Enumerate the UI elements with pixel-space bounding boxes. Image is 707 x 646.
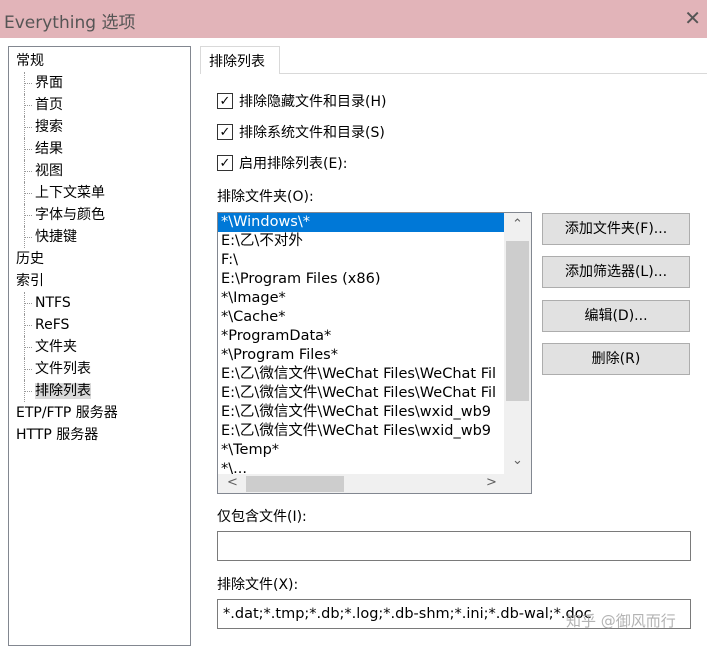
watermark: 知乎 @御风而行 (566, 612, 676, 630)
checkbox[interactable]: ✓ (217, 93, 233, 109)
tree-item[interactable]: 视图 (9, 160, 190, 182)
tree-item[interactable]: ETP/FTP 服务器 (9, 402, 190, 424)
add-folder-button[interactable]: 添加文件夹(F)... (542, 213, 690, 245)
tree-item[interactable]: 首页 (9, 94, 190, 116)
checkbox-item[interactable]: ✓ 排除系统文件和目录(S) (217, 122, 385, 142)
tree-item-label: 结果 (35, 141, 63, 157)
close-icon[interactable]: ✕ (684, 6, 701, 30)
scroll-right-icon[interactable]: > (486, 475, 497, 490)
tree-item-label: 上下文菜单 (35, 185, 105, 201)
folder-list-item[interactable]: E:\乙\微信文件\WeChat Files\WeChat Fil (218, 384, 504, 403)
include-files-label: 仅包含文件(I): (217, 509, 307, 525)
folder-list-item[interactable]: *\Temp* (218, 441, 504, 460)
tree-item-label: 常规 (16, 53, 44, 69)
tree-item-label: 文件列表 (35, 361, 91, 377)
scroll-left-icon[interactable]: < (227, 475, 238, 490)
folder-list-item[interactable]: *\Cache* (218, 308, 504, 327)
tree-item-label: 界面 (35, 75, 63, 91)
tree-item-label: 文件夹 (35, 339, 77, 355)
checkbox[interactable]: ✓ (217, 155, 233, 171)
exclude-folders-label: 排除文件夹(O): (217, 189, 314, 205)
tree-item-label: HTTP 服务器 (16, 427, 99, 443)
tree-item[interactable]: 文件夹 (9, 336, 190, 358)
exclude-folders-list[interactable]: *\Windows\* E:\乙\不对外 F:\ E:\Program Files (… (217, 212, 532, 494)
folder-list-item[interactable]: E:\乙\不对外 (218, 232, 504, 251)
include-files-input[interactable] (217, 531, 691, 561)
folder-list-item[interactable]: *\Program Files* (218, 346, 504, 365)
checkbox-item[interactable]: ✓ 启用排除列表(E): (217, 153, 348, 173)
folder-list-item[interactable]: *\Windows\* (218, 213, 504, 232)
folder-list-item[interactable]: E:\乙\微信文件\WeChat Files\wxid_wb9 (218, 422, 504, 441)
tree-item[interactable]: 搜索 (9, 116, 190, 138)
window-title: Everything 选项 (4, 13, 136, 33)
tree-item[interactable]: 上下文菜单 (9, 182, 190, 204)
tree-item-label: ETP/FTP 服务器 (16, 405, 118, 421)
tree-item-label: ReFS (35, 317, 70, 333)
tree-item-label: 首页 (35, 97, 63, 113)
folder-list-item[interactable]: F:\ (218, 251, 504, 270)
checkbox-label: 排除隐藏文件和目录(H) (239, 94, 387, 110)
checkbox[interactable]: ✓ (217, 124, 233, 140)
title-bar: Everything 选项 ✕ (0, 0, 707, 38)
tree-item[interactable]: 常规 (9, 50, 190, 72)
folder-list-item[interactable]: *\Image* (218, 289, 504, 308)
tree-item[interactable]: 文件列表 (9, 358, 190, 380)
tree-item[interactable]: HTTP 服务器 (9, 424, 190, 446)
edit-button[interactable]: 编辑(D)... (542, 300, 690, 332)
tree-item-label: 搜索 (35, 119, 63, 135)
scroll-up-icon[interactable]: ⌃ (512, 217, 523, 232)
tree-item[interactable]: 字体与颜色 (9, 204, 190, 226)
tree-item-label: 历史 (16, 251, 44, 267)
tree-item[interactable]: 历史 (9, 248, 190, 270)
tree-item-label: 排除列表 (35, 383, 91, 399)
folder-list-item[interactable]: E:\Program Files (x86) (218, 270, 504, 289)
vertical-scrollbar[interactable]: ⌃ ⌄ (504, 213, 531, 475)
tree-item[interactable]: 界面 (9, 72, 190, 94)
tree-item[interactable]: 快捷键 (9, 226, 190, 248)
scroll-down-icon[interactable]: ⌄ (512, 453, 523, 468)
folder-list-item[interactable]: *ProgramData* (218, 327, 504, 346)
tree-item-label: 索引 (16, 273, 44, 289)
checkbox-label: 启用排除列表(E): (239, 156, 348, 172)
delete-button[interactable]: 删除(R) (542, 343, 690, 375)
folder-list-item[interactable]: E:\乙\微信文件\WeChat Files\wxid_wb9 (218, 403, 504, 422)
tree-item-label: 快捷键 (35, 229, 77, 245)
horizontal-scroll-thumb[interactable] (246, 476, 344, 492)
add-filter-button[interactable]: 添加筛选器(L)... (542, 256, 690, 288)
tree-item[interactable]: ReFS (9, 314, 190, 336)
tree-item-label: 字体与颜色 (35, 207, 105, 223)
options-tree[interactable]: 常规界面首页搜索结果视图上下文菜单字体与颜色快捷键历史索引 NTFS ReFS 文件夹… (8, 46, 191, 646)
vertical-scroll-thumb[interactable] (506, 241, 529, 401)
checkbox-item[interactable]: ✓ 排除隐藏文件和目录(H) (217, 91, 386, 111)
tree-item[interactable]: 结果 (9, 138, 190, 160)
folder-list-item[interactable]: E:\乙\微信文件\WeChat Files\WeChat Fil (218, 365, 504, 384)
tree-item-label: 视图 (35, 163, 63, 179)
tab-exclude-list[interactable]: 排除列表 (200, 46, 280, 74)
tree-item-label: NTFS (35, 295, 71, 311)
tree-item[interactable]: 排除列表 (9, 380, 190, 402)
tree-item[interactable]: 索引 (9, 270, 190, 292)
tree-item[interactable]: NTFS (9, 292, 190, 314)
horizontal-scrollbar[interactable]: < > (218, 474, 531, 493)
exclude-files-label: 排除文件(X): (217, 577, 299, 593)
checkbox-label: 排除系统文件和目录(S) (239, 125, 385, 141)
